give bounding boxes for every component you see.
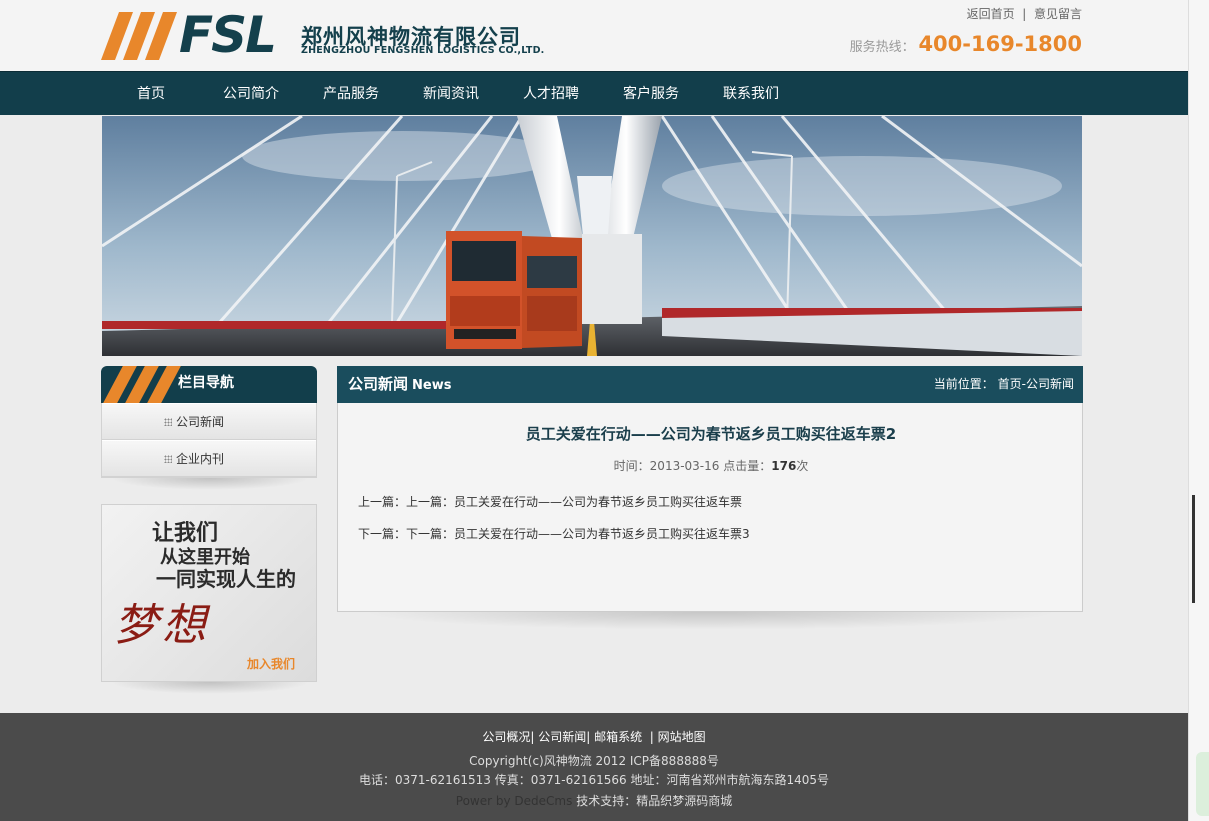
bullet-icon (164, 418, 172, 426)
top-links: 返回首页 | 意见留言 (967, 5, 1082, 22)
footer-link-overview[interactable]: 公司概况 (482, 730, 530, 744)
bullet-icon (164, 455, 172, 463)
nav-item-customer-service[interactable]: 客户服务 (623, 72, 679, 116)
company-name-en: ZHENGZHOU FENGSHEN LOGISTICS CO.,LTD. (301, 45, 545, 56)
sidebar-title-bar: 栏目导航 (101, 366, 317, 403)
prev-article: 上一篇：上一篇：员工关爱在行动——公司为春节返乡员工购买往返车票 (358, 495, 743, 509)
scrollbar-thumb[interactable] (1192, 495, 1195, 603)
vertical-scrollbar[interactable] (1188, 0, 1209, 821)
article-meta: 时间：2013-03-16 点击量：176次 (613, 459, 809, 473)
footer-link-mail[interactable]: 邮箱系统 (594, 730, 642, 744)
sidebar-item-internal-journal[interactable]: 企业内刊 (102, 440, 316, 477)
footer-link-sitemap[interactable]: 网站地图 (658, 730, 706, 744)
footer: 公司概况| 公司新闻| 邮箱系统 | 网站地图 Copyright(c)风神物流… (0, 713, 1188, 821)
sidebar-item-label: 公司新闻 (176, 415, 225, 429)
prev-article-link[interactable]: 上一篇：员工关爱在行动——公司为春节返乡员工购买往返车票 (406, 495, 742, 509)
article-clicks: 176 (771, 459, 797, 473)
breadcrumb-home-link[interactable]: 首页 (998, 377, 1022, 391)
nav-item-careers[interactable]: 人才招聘 (523, 72, 579, 116)
main-nav: 首页 公司简介 产品服务 新闻资讯 人才招聘 客户服务 联系我们 (0, 71, 1188, 115)
tech-support: 技术支持：精品织梦源码商城 (576, 794, 733, 808)
service-hotline: 服务热线： 400-169-1800 (850, 32, 1082, 56)
sidebar-title: 栏目导航 (178, 375, 234, 391)
hotline-label: 服务热线： (849, 40, 915, 55)
article-date: 2013-03-16 (649, 459, 720, 473)
hotline-number: 400-169-1800 (918, 32, 1082, 56)
sidebar-item-label: 企业内刊 (176, 452, 225, 466)
join-us-banner[interactable]: 让我们 从这里开始 一同实现人生的 梦想 加入我们 (101, 504, 317, 682)
footer-copyright: Copyright(c)风神物流 2012 ICP备888888号 (469, 754, 719, 768)
header: FSL 郑州风神物流有限公司 ZHENGZHOU FENGSHEN LOGIST… (0, 0, 1188, 71)
footer-links: 公司概况| 公司新闻| 邮箱系统 | 网站地图 (482, 730, 706, 744)
nav-item-home[interactable]: 首页 (137, 72, 165, 116)
main-title-bar: 公司新闻 News 当前位置： 首页-公司新闻 (337, 366, 1083, 403)
back-home-link[interactable]: 返回首页 (967, 7, 1015, 21)
join-us-button[interactable]: 加入我们 (247, 655, 295, 672)
next-article-link[interactable]: 下一篇：员工关爱在行动——公司为春节返乡员工购买往返车票3 (406, 527, 750, 541)
section-title: 公司新闻 News (348, 375, 452, 393)
join-line-3: 一同实现人生的 (156, 567, 296, 591)
next-article: 下一篇：下一篇：员工关爱在行动——公司为春节返乡员工购买往返车票3 (358, 527, 750, 541)
article-panel: 员工关爱在行动——公司为春节返乡员工购买往返车票2 时间：2013-03-16 … (337, 403, 1083, 612)
side-widget (1196, 752, 1209, 816)
top-links-separator: | (1022, 7, 1027, 21)
nav-item-contact[interactable]: 联系我们 (723, 72, 779, 116)
join-dream-calligraphy: 梦想 (114, 600, 210, 651)
breadcrumb-current-link[interactable]: 公司新闻 (1026, 377, 1074, 391)
footer-powered: Power by DedeCms 技术支持：精品织梦源码商城 (0, 792, 1188, 809)
breadcrumb-label: 当前位置： (933, 377, 994, 391)
sidebar-item-company-news[interactable]: 公司新闻 (102, 403, 316, 440)
nav-item-products[interactable]: 产品服务 (323, 72, 379, 116)
nav-item-news[interactable]: 新闻资讯 (423, 72, 479, 116)
footer-link-news[interactable]: 公司新闻 (538, 730, 586, 744)
footer-contact: 电话：0371-62161513 传真：0371-62161566 地址：河南省… (358, 773, 830, 787)
company-logo[interactable]: FSL 郑州风神物流有限公司 ZHENGZHOU FENGSHEN LOGIST… (101, 6, 551, 64)
page: FSL 郑州风神物流有限公司 ZHENGZHOU FENGSHEN LOGIST… (0, 0, 1188, 821)
section-title-en: News (412, 378, 452, 393)
dedecms-link[interactable]: Power by DedeCms (456, 794, 573, 808)
article-title: 员工关爱在行动——公司为春节返乡员工购买往返车票2 (525, 425, 897, 443)
hero-banner (102, 116, 1082, 356)
logo-stripes-icon (101, 12, 177, 60)
bridge-truck-banner-image (102, 116, 1082, 356)
breadcrumb: 当前位置： 首页-公司新闻 (933, 377, 1074, 391)
logo-mark: FSL (179, 6, 277, 64)
feedback-link[interactable]: 意见留言 (1034, 7, 1082, 21)
sidebar-menu: 公司新闻 企业内刊 (101, 403, 317, 478)
nav-item-about[interactable]: 公司简介 (223, 72, 279, 116)
